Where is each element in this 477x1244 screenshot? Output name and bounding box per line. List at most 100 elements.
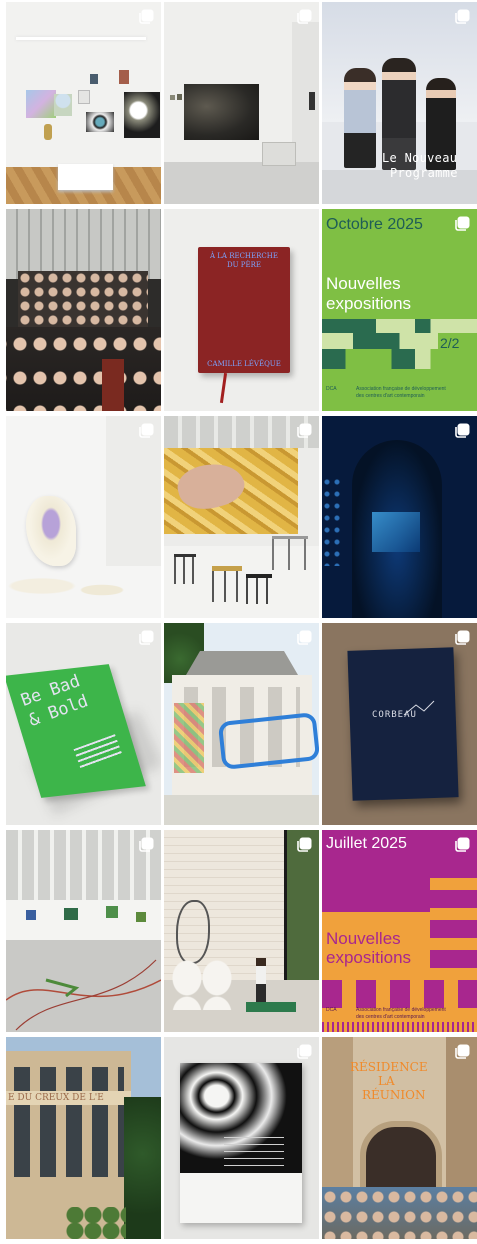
artwork-painting xyxy=(26,90,56,118)
screen-glow xyxy=(372,512,420,552)
profile-post-grid: Le Nouveau Programme À LA RECHERCHE DU P… xyxy=(6,2,477,1240)
post-tile-gallery-dark-photo[interactable] xyxy=(164,2,319,204)
skylight-roof xyxy=(6,209,161,279)
sculpture xyxy=(44,124,52,140)
white-forms xyxy=(172,960,232,1010)
poster-org-short: DCA xyxy=(326,386,337,392)
post-tile-red-book[interactable]: À LA RECHERCHE DU PÈRE CAMILLE LÉVÊQUE xyxy=(164,209,319,411)
poster-page-indicator: 2/2 xyxy=(440,335,460,351)
post-tile-team-portrait[interactable]: Le Nouveau Programme xyxy=(322,2,477,204)
multi-photo-icon xyxy=(139,630,154,645)
poster-headline-line-1: Nouvelles xyxy=(326,274,401,293)
multi-photo-icon xyxy=(455,423,470,438)
book-author: CAMILLE LÉVÊQUE xyxy=(207,360,281,368)
artwork-small-b xyxy=(119,70,129,84)
green-mat xyxy=(246,1002,296,1012)
book-title-line-1: À LA RECHERCHE xyxy=(209,252,278,260)
person-red-top xyxy=(102,359,124,411)
book-title-line-2: DU PÈRE xyxy=(227,261,261,269)
multi-photo-icon xyxy=(297,423,312,438)
small-frame-b xyxy=(177,94,182,100)
book-cover xyxy=(347,647,459,801)
overlay-line-1: Le Nouveau xyxy=(382,151,458,165)
multi-photo-icon xyxy=(297,630,312,645)
stool-a xyxy=(174,554,196,584)
building-sign: E DU CREUX DE L'E xyxy=(8,1093,104,1103)
multi-photo-icon xyxy=(297,837,312,852)
artwork-b xyxy=(64,908,78,920)
poster-org-line-1: Association française de développement xyxy=(356,386,446,392)
poster-headline-line-2: expositions xyxy=(326,294,412,313)
plinth xyxy=(58,164,113,190)
multi-photo-icon xyxy=(139,9,154,24)
sculpture-loops xyxy=(176,900,210,964)
poster-line-1: RÉSIDENCE xyxy=(350,1060,428,1074)
multi-photo-icon xyxy=(139,423,154,438)
poster-pattern-row-1 xyxy=(322,319,477,333)
light-strip xyxy=(322,476,342,566)
building-windows xyxy=(14,1067,124,1177)
window xyxy=(284,830,319,1000)
poster-org-line-1: Association française de développement xyxy=(356,1007,446,1013)
post-tile-factory-building[interactable]: E DU CREUX DE L'E xyxy=(6,1037,161,1239)
post-tile-navy-book[interactable]: CORBEAU xyxy=(322,623,477,825)
small-frame-c xyxy=(309,92,315,110)
multi-photo-icon xyxy=(297,1044,312,1059)
artwork-d xyxy=(136,912,146,922)
artwork-small-a xyxy=(90,74,98,84)
multi-photo-icon xyxy=(455,837,470,852)
artwork-eye xyxy=(86,112,114,132)
artwork-mushroom xyxy=(54,94,72,116)
multi-photo-icon xyxy=(455,630,470,645)
poster-pattern-bottom xyxy=(322,980,477,1008)
poster-month: Juillet 2025 xyxy=(326,835,407,852)
crowd-front xyxy=(6,327,161,411)
multi-photo-icon xyxy=(455,9,470,24)
post-tile-group-photo[interactable] xyxy=(6,209,161,411)
painted-pattern-left xyxy=(174,703,204,773)
post-tile-green-book[interactable]: Be Bad & Bold xyxy=(6,623,161,825)
multi-photo-icon xyxy=(139,837,154,852)
multi-photo-icon xyxy=(455,216,470,231)
shrubs xyxy=(66,1207,126,1239)
table xyxy=(272,536,308,570)
post-tile-residence-poster[interactable]: RÉSIDENCE LA RÉUNION xyxy=(322,1037,477,1239)
poster-org-short: DCA xyxy=(326,1007,337,1013)
multi-photo-icon xyxy=(455,1044,470,1059)
poster-line-2: LA xyxy=(378,1074,395,1088)
garden xyxy=(164,795,319,825)
gallery-floor xyxy=(164,162,319,204)
floor-lines xyxy=(6,959,161,1031)
poster-pattern-row-3 xyxy=(322,349,477,369)
sculpture-body xyxy=(26,496,76,566)
post-tile-white-sculpture[interactable] xyxy=(6,416,161,618)
crowd xyxy=(322,1187,477,1239)
small-frame-a xyxy=(170,95,175,100)
artwork-c xyxy=(106,906,118,918)
artwork-a xyxy=(26,910,36,920)
ceiling-light xyxy=(16,37,146,40)
painted-blue-shapes xyxy=(217,712,319,770)
artwork-flowers xyxy=(124,92,160,138)
poster-line-3: RÉUNION xyxy=(362,1088,426,1102)
bookmark-ribbon xyxy=(219,372,228,404)
artwork-small-c xyxy=(78,90,90,104)
post-tile-july-poster[interactable]: Juillet 2025 Nouvelles expositions DCA A… xyxy=(322,830,477,1032)
post-tile-bw-publication[interactable] xyxy=(164,1037,319,1239)
post-tile-dark-installation[interactable] xyxy=(322,416,477,618)
hand-drawing xyxy=(403,700,435,716)
person-left xyxy=(344,68,376,168)
stool-b xyxy=(212,566,242,602)
post-tile-hand-mural[interactable] xyxy=(164,416,319,618)
poster-org-line-2: des centres d'art contemporain xyxy=(356,393,425,399)
poster-org-line-2: des centres d'art contemporain xyxy=(356,1014,425,1020)
post-tile-villa-painted[interactable] xyxy=(164,623,319,825)
poster-month: Octobre 2025 xyxy=(326,216,423,233)
trees-right xyxy=(124,1097,161,1239)
post-tile-october-poster[interactable]: Octobre 2025 Nouvelles expositions 2/2 D… xyxy=(322,209,477,411)
overlay-line-2: Programme xyxy=(390,166,458,180)
post-tile-floor-installation[interactable] xyxy=(6,830,161,1032)
crowd-back xyxy=(18,271,148,331)
post-tile-performer-room[interactable] xyxy=(164,830,319,1032)
post-tile-gallery-white-walls[interactable] xyxy=(6,2,161,204)
